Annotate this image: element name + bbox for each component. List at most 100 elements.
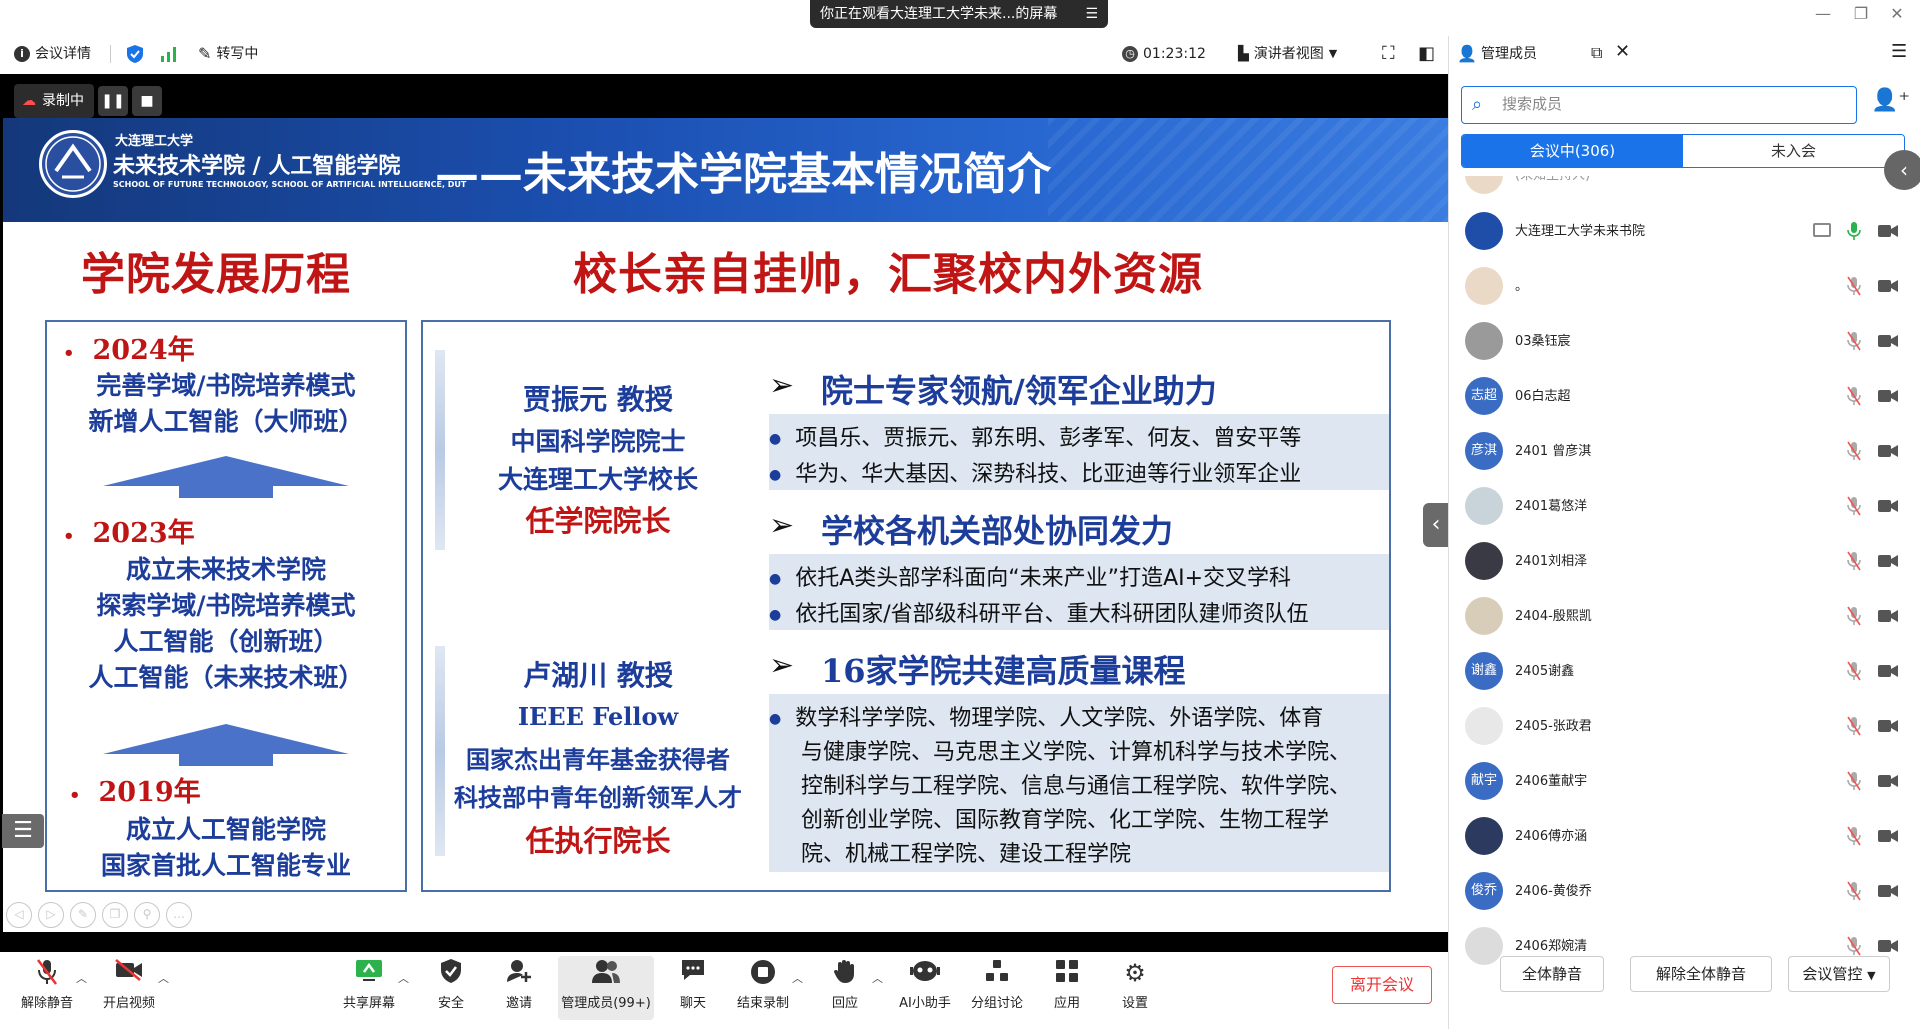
unmute-all-button[interactable]: 解除全体静音 — [1630, 956, 1772, 992]
signal-strength-icon[interactable] — [160, 36, 178, 72]
mic-muted-icon[interactable] — [1847, 551, 1861, 571]
mic-on-icon[interactable] — [1847, 221, 1861, 241]
tab-in-meeting[interactable]: 会议中(306) — [1462, 135, 1683, 167]
fullscreen-icon[interactable]: ⛶ — [1382, 36, 1395, 72]
member-row[interactable]: 2404-殷熙凯 — [1449, 589, 1920, 644]
hamburger-menu-icon[interactable]: ☰ — [1891, 41, 1907, 62]
member-row[interactable]: 志超 06白志超 — [1449, 369, 1920, 424]
camera-icon[interactable] — [1877, 554, 1899, 568]
member-row[interactable]: 03桑钰宸 — [1449, 314, 1920, 369]
member-row[interactable]: 2405-张政君 — [1449, 699, 1920, 754]
popout-icon[interactable]: ⧉ — [1591, 43, 1602, 63]
menu-icon[interactable]: ☰ — [1085, 0, 1098, 28]
mic-muted-icon[interactable] — [1847, 881, 1861, 901]
manage-members-button[interactable]: 管理成员(99+) — [558, 956, 654, 1020]
mic-muted-icon[interactable] — [1847, 826, 1861, 846]
presenter-view-dropdown[interactable]: ▙ 演讲者视图 ▼ — [1238, 36, 1337, 72]
camera-icon[interactable] — [1877, 884, 1899, 898]
close-panel-icon[interactable]: ✕ — [1615, 41, 1630, 62]
chevron-up-icon[interactable]: ︿ — [792, 970, 803, 986]
chevron-up-icon[interactable]: ︿ — [158, 970, 169, 986]
meeting-control-dropdown[interactable]: 会议管控 ▼ — [1788, 956, 1890, 992]
section-arrow-icon: ➢ — [769, 508, 795, 543]
share-screen-button[interactable]: 共享屏幕 — [334, 958, 404, 1011]
member-row[interactable]: 2401刘相泽 — [1449, 534, 1920, 589]
member-row[interactable]: 彦淇 2401 曾彦淇 — [1449, 424, 1920, 479]
pen-icon[interactable]: ✎ — [70, 902, 96, 928]
mic-muted-icon[interactable] — [1847, 716, 1861, 736]
divider — [110, 45, 111, 63]
more-icon[interactable]: … — [166, 902, 192, 928]
member-name: 。 — [1515, 279, 1529, 294]
member-row[interactable]: 2401葛悠洋 — [1449, 479, 1920, 534]
unmute-button[interactable]: 解除静音 — [12, 958, 82, 1011]
reactions-button[interactable]: 回应 — [810, 958, 880, 1011]
mic-muted-icon[interactable] — [1847, 386, 1861, 406]
transcribe-button[interactable]: ✎ 转写中 — [198, 36, 258, 72]
member-row[interactable]: 大连理工大学未来书院 — [1449, 204, 1920, 259]
member-row[interactable]: 2406傅亦涵 — [1449, 809, 1920, 864]
end-recording-button[interactable]: 结束录制 — [728, 958, 798, 1011]
meeting-details-button[interactable]: i 会议详情 — [14, 36, 91, 72]
section-title: 院士专家领航/领军企业助力 — [821, 372, 1217, 410]
mic-muted-icon[interactable] — [1847, 276, 1861, 296]
mic-muted-icon[interactable] — [1847, 441, 1861, 461]
next-icon[interactable]: ▷ — [38, 902, 64, 928]
breakout-button[interactable]: 分组讨论 — [962, 958, 1032, 1011]
mic-muted-icon[interactable] — [1847, 496, 1861, 516]
screen-share-banner[interactable]: 你正在观看大连理工大学未来...的屏幕 ☰ — [810, 0, 1108, 28]
member-row[interactable]: 献宇 2406董献宇 — [1449, 754, 1920, 809]
add-user-icon[interactable]: 👤⁺ — [1871, 88, 1910, 113]
settings-button[interactable]: ⚙ 设置 — [1100, 958, 1170, 1011]
camera-icon[interactable] — [1877, 664, 1899, 678]
slide-list-button[interactable]: ☰ — [2, 814, 44, 848]
camera-icon[interactable] — [1877, 719, 1899, 733]
mic-muted-icon[interactable] — [1847, 331, 1861, 351]
timeline-text: 成立人工智能学院 — [125, 815, 326, 844]
member-row[interactable]: 俊乔 2406-黄俊乔 — [1449, 864, 1920, 919]
mic-muted-icon[interactable] — [1847, 606, 1861, 626]
expand-side-icon[interactable]: ‹ — [1884, 150, 1920, 190]
close-window-icon[interactable]: ✕ — [1882, 4, 1912, 23]
camera-icon[interactable] — [1877, 334, 1899, 348]
member-row[interactable]: (未知主持人) — [1449, 176, 1920, 203]
chevron-up-icon[interactable]: ︿ — [398, 970, 409, 986]
chevron-up-icon[interactable]: ︿ — [872, 970, 883, 986]
camera-icon[interactable] — [1877, 829, 1899, 843]
camera-icon[interactable] — [1877, 774, 1899, 788]
member-row[interactable]: 。 — [1449, 259, 1920, 314]
zoom-icon[interactable]: ⚲ — [134, 902, 160, 928]
camera-icon[interactable] — [1877, 279, 1899, 293]
previous-icon[interactable]: ◁ — [6, 902, 32, 928]
security-button[interactable]: 安全 — [416, 958, 486, 1011]
camera-icon[interactable] — [1877, 224, 1899, 238]
camera-icon[interactable] — [1877, 444, 1899, 458]
collapse-panel-button[interactable]: ‹ — [1423, 503, 1449, 547]
mic-muted-icon[interactable] — [1847, 661, 1861, 681]
camera-icon[interactable] — [1877, 939, 1899, 953]
invite-button[interactable]: 邀请 — [484, 958, 554, 1011]
ai-assistant-button[interactable]: AI小助手 — [890, 958, 960, 1011]
pause-recording-button[interactable]: ❚❚ — [98, 86, 128, 116]
mic-muted-icon[interactable] — [1847, 771, 1861, 791]
minimize-icon[interactable]: — — [1808, 4, 1838, 23]
security-shield-icon[interactable] — [126, 36, 144, 72]
restore-icon[interactable]: ❐ — [1846, 4, 1876, 23]
member-row[interactable]: 谢鑫 2405谢鑫 — [1449, 644, 1920, 699]
camera-icon[interactable] — [1877, 499, 1899, 513]
side-layout-icon[interactable]: ◧ — [1418, 36, 1435, 72]
tab-not-joined[interactable]: 未入会 — [1683, 135, 1904, 167]
start-video-button[interactable]: 开启视频 — [94, 958, 164, 1011]
chevron-up-icon[interactable]: ︿ — [76, 970, 87, 986]
apps-button[interactable]: 应用 — [1032, 958, 1102, 1011]
stop-recording-button[interactable]: ■ — [132, 86, 162, 116]
leave-meeting-button[interactable]: 离开会议 — [1332, 966, 1432, 1004]
chat-button[interactable]: 聊天 — [658, 958, 728, 1011]
camera-icon[interactable] — [1877, 389, 1899, 403]
camera-icon[interactable] — [1877, 609, 1899, 623]
copy-icon[interactable]: ❐ — [102, 902, 128, 928]
member-search-input[interactable]: ⌕ 搜索成员 — [1461, 86, 1857, 124]
mute-all-button[interactable]: 全体静音 — [1500, 956, 1604, 992]
mic-muted-icon[interactable] — [1847, 936, 1861, 956]
reactions-label: 回应 — [831, 996, 858, 1011]
